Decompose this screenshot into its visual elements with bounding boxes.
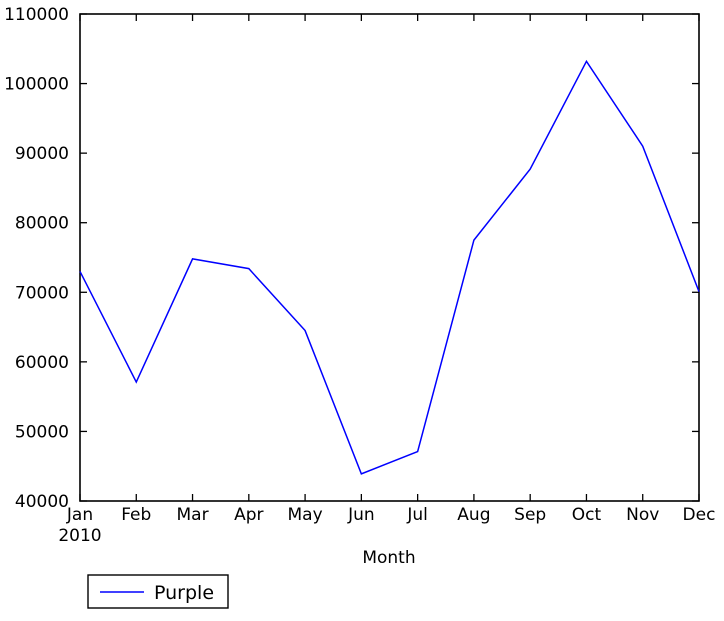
x-tick-label: Dec [683,505,716,525]
x-axis-year-sublabel: 2010 [58,526,101,546]
plot-frame [79,13,700,502]
y-tick-label: 50000 [15,422,69,442]
x-tick-label: Nov [626,505,659,525]
data-line-purple [79,59,700,475]
x-axis-tick-labels: Jan Feb Mar Apr May Jun Jul Aug Sep Oct Nov Dec [66,505,716,525]
line-chart-canvas: 40000 50000 60000 70000 80000 90000 100000 1100… [4,5,716,609]
x-tick-label: Aug [457,505,490,525]
chart-legend[interactable]: Purple [87,574,229,609]
x-tick-label: Jun [347,505,375,525]
y-tick-label: 90000 [15,144,69,164]
x-tick-label: Jan [66,505,93,525]
x-axis-ticks [79,14,700,501]
y-tick-label: 100000 [4,75,69,95]
x-tick-label: May [288,505,323,525]
y-axis-tick-labels: 40000 50000 60000 70000 80000 90000 100000 1100… [4,5,69,512]
y-axis-ticks [80,13,699,502]
x-tick-label: Feb [121,505,151,525]
chart-figure: 40000 50000 60000 70000 80000 90000 100000 1100… [0,0,724,621]
y-tick-label: 70000 [15,283,69,303]
y-tick-label: 80000 [15,214,69,234]
x-axis-title: Month [362,548,415,568]
y-tick-label: 110000 [4,5,69,25]
x-tick-label: Oct [572,505,602,525]
x-tick-label: Apr [234,505,263,525]
x-tick-label: Mar [177,505,209,525]
x-tick-label: Jul [406,505,428,525]
data-series-group [79,59,700,475]
x-tick-label: Sep [514,505,546,525]
y-tick-label: 60000 [15,353,69,373]
y-tick-label: 40000 [15,492,69,512]
legend-label-purple: Purple [154,582,214,604]
